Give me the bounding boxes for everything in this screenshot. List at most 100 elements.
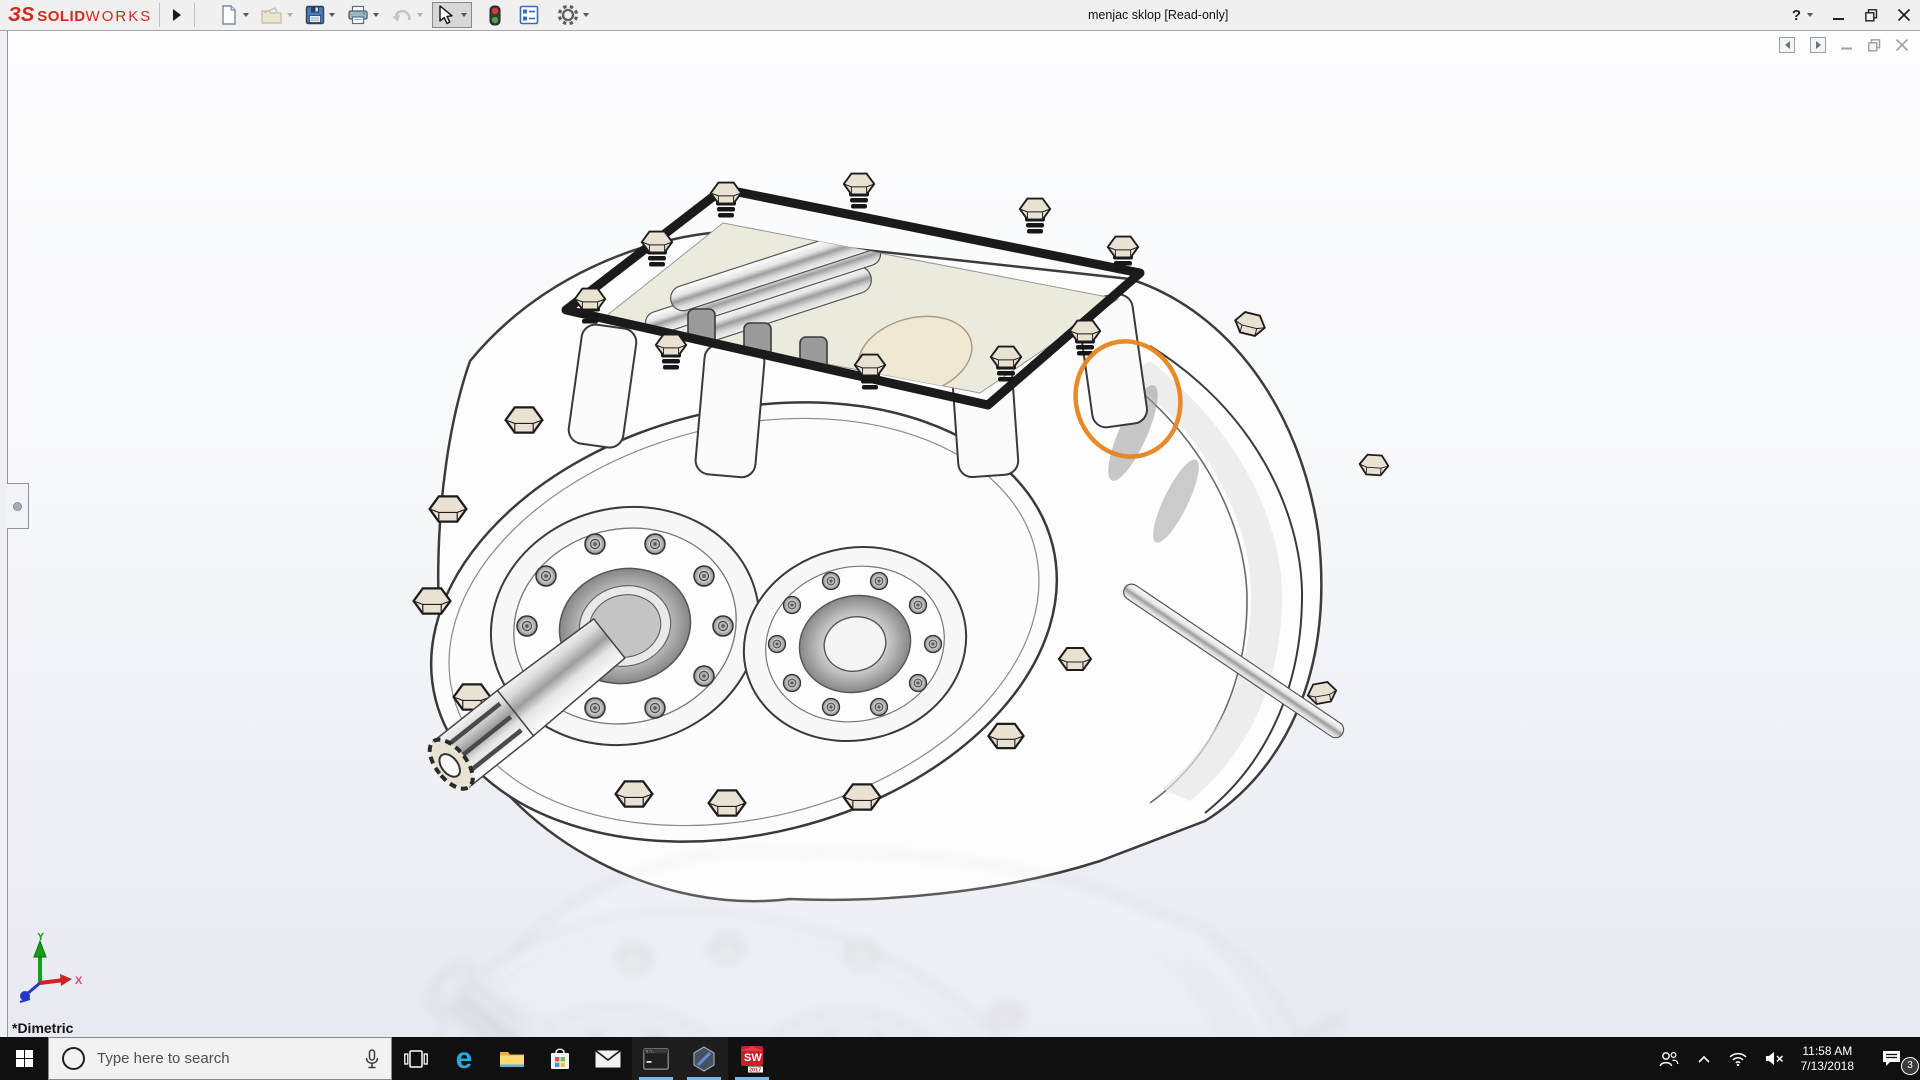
titlebar: ЗS SOLID WORKS menjac sklop [Read-only] … [0,0,1920,31]
dropdown-arrow[interactable] [583,13,590,17]
dropdown-arrow[interactable] [417,13,424,17]
undo-button[interactable] [388,3,426,27]
search-input[interactable] [95,1049,353,1068]
svg-text:2017: 2017 [749,1067,761,1073]
solidworks-logo-mark: ЗS [8,3,35,26]
hexagon-app-icon [693,1045,715,1072]
microphone-icon[interactable] [365,1048,379,1069]
people-button[interactable] [1650,1037,1688,1080]
menu-expand-arrow[interactable] [173,9,182,21]
edge-icon: e [455,1041,473,1075]
solidworks-logo-solid: SOLID [37,7,86,25]
doc-restore-button[interactable] [1868,38,1881,52]
feature-panel-tab[interactable] [7,483,29,529]
people-icon [1659,1051,1679,1066]
tray-time: 11:58 AM [1802,1043,1853,1058]
tray-date: 7/13/2018 [1800,1058,1854,1073]
store-icon [551,1047,569,1069]
dropdown-arrow[interactable] [329,13,336,17]
select-tool-button[interactable] [432,2,473,28]
taskbar-app-mail[interactable] [584,1037,632,1080]
window-controls: ? [1792,0,1910,30]
windows-logo-icon [15,1050,33,1067]
splitter-dot-icon [13,501,22,511]
hidden-icons-button[interactable] [1688,1037,1720,1080]
dropdown-arrow[interactable] [287,13,294,17]
gear-icon [558,4,579,26]
divider [159,3,161,27]
action-center-button[interactable]: 3 [1862,1037,1920,1080]
view-orientation-label: *Dimetric [12,1020,74,1036]
task-view-icon [404,1049,428,1068]
minimize-button[interactable] [1833,9,1845,21]
undo-arrow-icon [392,9,411,22]
print-icon [348,5,368,25]
open-button[interactable] [258,3,296,27]
gearbox-assembly[interactable] [384,174,1390,905]
volume-button[interactable] [1756,1037,1793,1080]
taskbar-app-file-explorer[interactable] [488,1037,536,1080]
document-window-controls [1779,37,1908,53]
task-pane-list-button[interactable] [516,3,542,27]
list-panel-icon [519,5,539,25]
taskbar-app-store[interactable] [536,1037,584,1080]
dropdown-arrow[interactable] [243,13,250,17]
triad-x-label: X [75,975,83,987]
triad-y-label: Y [37,933,45,943]
file-explorer-icon [500,1051,524,1067]
doc-close-button[interactable] [1896,39,1908,51]
taskbar-app-solidworks[interactable]: SW 2017 [728,1037,776,1080]
solidworks-window: ЗS SOLID WORKS menjac sklop [Read-only] … [0,0,1920,1080]
save-floppy-icon [306,5,325,25]
dropdown-arrow[interactable] [1807,13,1813,17]
wifi-icon [1729,1052,1747,1066]
taskbar: e [0,1037,1920,1080]
task-view-button[interactable] [392,1037,440,1080]
3d-model-gearbox[interactable] [0,31,1920,1037]
solidworks-2017-icon: SW 2017 [741,1045,763,1073]
mail-icon [595,1049,621,1067]
close-button[interactable] [1898,9,1910,21]
divider [194,3,196,27]
notification-badge: 3 [1901,1057,1919,1075]
open-folder-icon [261,6,282,24]
new-document-button[interactable] [216,3,252,27]
new-document-icon [222,5,236,25]
select-cursor-icon [439,5,453,25]
speaker-muted-icon [1765,1052,1783,1065]
dropdown-arrow[interactable] [373,13,380,17]
stoplight-icon [489,5,501,25]
network-button[interactable] [1720,1037,1756,1080]
action-center-icon [1882,1051,1900,1066]
system-tray: 11:58 AM 7/13/2018 3 [1650,1037,1920,1080]
graphics-viewport[interactable]: Y X *Dimetric [0,31,1920,1037]
svg-text:C:\_: C:\_ [646,1049,655,1054]
save-button[interactable] [302,3,338,27]
taskbar-app-hexagon[interactable] [680,1037,728,1080]
options-button[interactable] [554,2,592,28]
help-button[interactable]: ? [1792,7,1813,24]
tray-clock[interactable]: 11:58 AM 7/13/2018 [1793,1044,1862,1074]
doc-minimize-button[interactable] [1841,39,1853,51]
pane-collapse-right-button[interactable] [1810,37,1826,53]
feature-panel-splitter[interactable] [0,31,29,1037]
start-button[interactable] [0,1037,48,1080]
print-button[interactable] [344,3,382,27]
taskbar-app-edge[interactable]: e [440,1037,488,1080]
chevron-up-icon [1698,1055,1710,1063]
model-reflection [384,847,1389,1037]
pane-collapse-left-button[interactable] [1779,37,1795,53]
cortana-icon[interactable] [62,1047,85,1070]
standard-toolbar [216,2,598,28]
orientation-triad: Y X [19,933,83,1003]
command-prompt-icon: C:\_ [643,1047,669,1070]
restore-button[interactable] [1865,8,1878,22]
taskbar-search[interactable] [48,1037,392,1080]
document-title: menjac sklop [Read-only] [1088,8,1229,22]
svg-text:SW: SW [744,1052,762,1064]
dropdown-arrow[interactable] [461,13,468,17]
solidworks-logo: ЗS SOLID WORKS [8,4,152,27]
rebuild-stoplight-button[interactable] [486,3,504,28]
taskbar-app-command-prompt[interactable]: C:\_ [632,1037,680,1080]
solidworks-logo-works: WORKS [85,7,153,25]
